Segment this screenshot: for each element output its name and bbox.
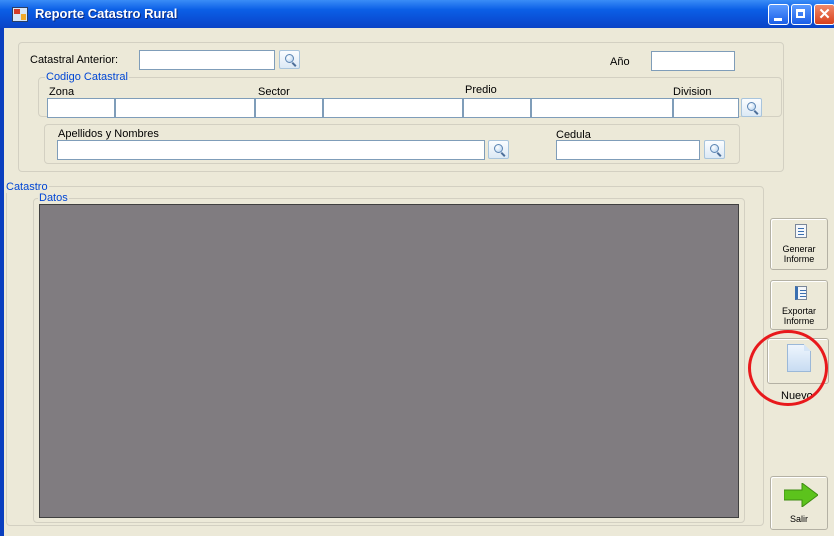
exportar-label-1: Exportar xyxy=(781,306,816,316)
predio-label: Predio xyxy=(465,84,497,96)
apellidos-search-button[interactable] xyxy=(488,140,509,159)
sector-input-2[interactable] xyxy=(323,98,463,118)
exit-arrow-icon xyxy=(784,483,818,507)
generar-label-2: Informe xyxy=(783,254,815,264)
sector-input-1[interactable] xyxy=(255,98,323,118)
close-icon: ✕ xyxy=(818,6,831,23)
generar-informe-button[interactable]: Generar Informe xyxy=(770,218,828,270)
generar-label-1: Generar xyxy=(782,244,816,254)
codigo-search-button[interactable] xyxy=(741,98,762,117)
minimize-button[interactable] xyxy=(768,4,789,25)
apellidos-input[interactable] xyxy=(57,140,485,160)
salir-button[interactable]: Salir xyxy=(770,476,828,530)
highlight-circle xyxy=(748,330,828,406)
catastral-anterior-search-button[interactable] xyxy=(279,50,300,69)
anio-label: Año xyxy=(610,56,630,68)
exportar-label-2: Informe xyxy=(783,316,815,326)
zona-input-2[interactable] xyxy=(115,98,255,118)
export-icon xyxy=(795,286,807,300)
predio-input-2[interactable] xyxy=(531,98,673,118)
predio-input-1[interactable] xyxy=(463,98,531,118)
zona-input-1[interactable] xyxy=(47,98,115,118)
exportar-informe-button[interactable]: Exportar Informe xyxy=(770,280,828,330)
datos-legend: Datos xyxy=(38,192,69,204)
report-icon xyxy=(795,224,807,238)
salir-label: Salir xyxy=(789,514,808,524)
data-grid[interactable] xyxy=(39,204,739,518)
catastral-anterior-label: Catastral Anterior: xyxy=(30,54,119,66)
catastral-anterior-input[interactable] xyxy=(139,50,275,70)
cedula-search-button[interactable] xyxy=(704,140,725,159)
title-bar[interactable]: Reporte Catastro Rural ✕ xyxy=(0,0,834,28)
app-window: Reporte Catastro Rural ✕ Catastral Anter… xyxy=(0,0,834,536)
anio-input[interactable] xyxy=(651,51,735,71)
division-input[interactable] xyxy=(673,98,739,118)
close-button[interactable]: ✕ xyxy=(814,4,834,25)
search-icon xyxy=(710,144,719,153)
maximize-button[interactable] xyxy=(791,4,812,25)
window-title: Reporte Catastro Rural xyxy=(35,6,178,21)
app-icon xyxy=(12,7,28,22)
search-icon xyxy=(285,54,294,63)
cedula-input[interactable] xyxy=(556,140,700,160)
search-icon xyxy=(494,144,503,153)
search-icon xyxy=(747,102,756,111)
form-body: Catastral Anterior: Año Codigo Catastral… xyxy=(4,28,834,536)
codigo-catastral-legend: Codigo Catastral xyxy=(45,71,129,83)
